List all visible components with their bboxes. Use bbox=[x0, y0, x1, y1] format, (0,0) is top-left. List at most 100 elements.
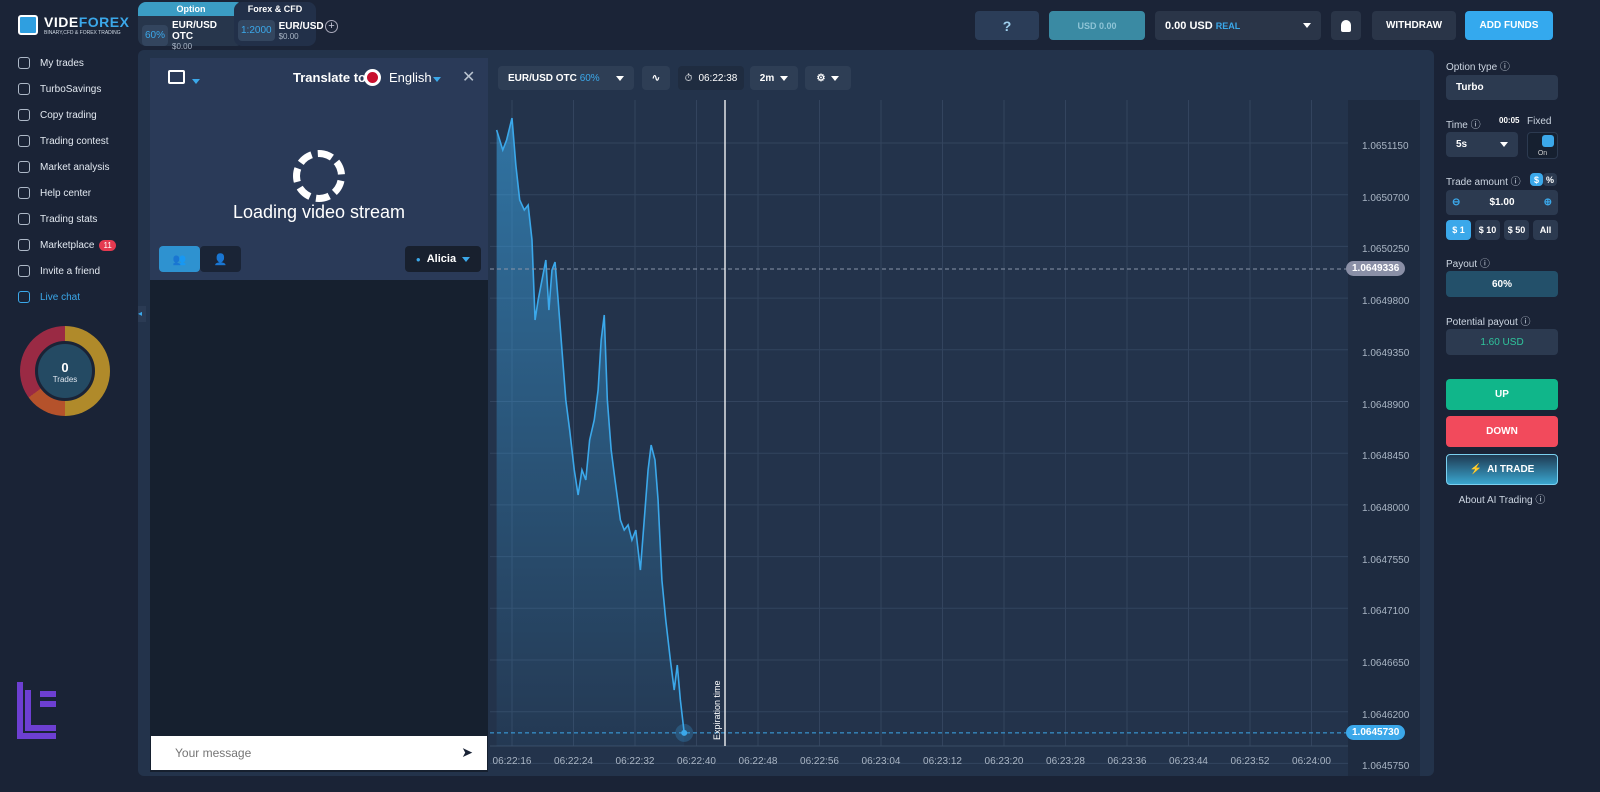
x-tick-label: 06:22:16 bbox=[492, 756, 532, 767]
amount-preset-button[interactable]: $ 1 bbox=[1446, 220, 1471, 240]
sidebar-item-trading-stats[interactable]: Trading stats bbox=[0, 206, 138, 232]
sidebar-item-label: Help center bbox=[40, 187, 92, 199]
turbosavings-icon bbox=[18, 83, 30, 95]
chart-type-button[interactable]: ∿ bbox=[642, 66, 670, 90]
tab-badge: 60% bbox=[142, 25, 169, 46]
sidebar-item-help-center[interactable]: Help center bbox=[0, 180, 138, 206]
withdraw-label: WITHDRAW bbox=[1385, 20, 1443, 31]
amount-value[interactable]: $1.00 bbox=[1489, 197, 1514, 208]
chevron-down-icon bbox=[780, 75, 789, 81]
y-tick-label: 1.0647100 bbox=[1362, 606, 1410, 618]
fixed-toggle[interactable]: On bbox=[1527, 132, 1558, 159]
sidebar-item-label: Copy trading bbox=[40, 109, 97, 121]
bonus-balance[interactable]: USD 0.00 bbox=[1049, 11, 1145, 40]
tab-asset: EUR/USD bbox=[278, 20, 324, 32]
current-price-marker: 1.0645730 bbox=[1346, 725, 1406, 740]
currency-dollar-toggle[interactable]: $ bbox=[1530, 173, 1543, 186]
add-tab-button[interactable]: + bbox=[325, 20, 338, 33]
x-tick-label: 06:22:40 bbox=[677, 756, 716, 767]
amount-preset-button[interactable]: $ 50 bbox=[1504, 220, 1529, 240]
amount-preset-button[interactable]: All bbox=[1533, 220, 1558, 240]
my-trades-icon bbox=[18, 57, 30, 69]
time-countdown: 00:05 bbox=[1499, 116, 1520, 125]
potential-payout-label: Potential payout ⓘ bbox=[1446, 317, 1531, 328]
market-analysis-icon bbox=[18, 161, 30, 173]
card-dropdown-icon[interactable] bbox=[192, 73, 200, 87]
y-tick-label: 1.0648000 bbox=[1362, 502, 1410, 514]
potential-payout-value: 1.60 USD bbox=[1446, 329, 1558, 355]
account-selector[interactable]: 0.00 USD REAL bbox=[1155, 11, 1321, 40]
user-icon bbox=[1341, 19, 1351, 32]
sidebar-item-label: Trading contest bbox=[40, 135, 109, 147]
y-tick-label: 1.0646200 bbox=[1362, 709, 1410, 721]
tab-amount: $0.00 bbox=[278, 31, 299, 41]
payout-label: Payout ⓘ bbox=[1446, 259, 1490, 270]
plus-icon[interactable]: ⊕ bbox=[1544, 197, 1552, 208]
tab-asset: EUR/USD OTC bbox=[172, 20, 218, 42]
asset-selector[interactable]: EUR/USD OTC 60% bbox=[498, 66, 634, 90]
loading-text: Loading video stream bbox=[232, 202, 406, 222]
help-center-icon bbox=[18, 187, 30, 199]
users-icon: 👥 bbox=[172, 253, 187, 266]
y-tick-label: 1.0648450 bbox=[1362, 451, 1410, 463]
add-funds-button[interactable]: ADD FUNDS bbox=[1465, 11, 1553, 40]
card-icon[interactable] bbox=[168, 70, 185, 84]
mystery-box-icon[interactable]: ? bbox=[975, 11, 1039, 40]
agent-select[interactable]: ● Alicia bbox=[405, 246, 481, 272]
sidebar-item-invite-a-friend[interactable]: Invite a friend bbox=[0, 258, 138, 284]
logo-brand-b: FOREX bbox=[78, 14, 130, 30]
logo-brand-a: VIDE bbox=[44, 14, 79, 30]
trading-contest-icon bbox=[18, 135, 30, 147]
up-button[interactable]: UP bbox=[1446, 379, 1558, 410]
line-chart-icon: ∿ bbox=[651, 72, 661, 84]
minus-icon[interactable]: ⊖ bbox=[1452, 197, 1460, 208]
tab-option[interactable]: Option 60% EUR/USD OTC $0.00 bbox=[138, 2, 244, 51]
chevron-down-icon bbox=[1303, 23, 1311, 28]
x-tick-label: 06:22:32 bbox=[615, 756, 655, 767]
sidebar-item-turbosavings[interactable]: TurboSavings bbox=[0, 76, 138, 102]
time-label: Time ⓘ bbox=[1446, 120, 1481, 131]
ai-trade-button[interactable]: ⚡ AI TRADE bbox=[1446, 454, 1558, 485]
y-tick-label: 1.0646650 bbox=[1362, 658, 1410, 669]
sidebar-item-label: Live chat bbox=[40, 291, 81, 303]
current-point bbox=[681, 729, 688, 736]
private-chat-tab[interactable]: 👤 bbox=[200, 246, 241, 272]
x-tick-label: 06:23:36 bbox=[1107, 756, 1147, 767]
option-type-label: Option type ⓘ bbox=[1446, 62, 1510, 73]
close-icon[interactable]: ✕ bbox=[462, 67, 475, 87]
tab-forex-cfd[interactable]: Forex & CFD 1:2000 EUR/USD $0.00 bbox=[234, 2, 324, 46]
option-type-select[interactable]: Turbo bbox=[1446, 75, 1558, 100]
trading-stats-icon bbox=[18, 213, 30, 225]
y-tick-label: 1.0647550 bbox=[1362, 554, 1410, 566]
sidebar-item-market-analysis[interactable]: Market analysis bbox=[0, 154, 138, 180]
x-tick-label: 06:23:20 bbox=[984, 756, 1024, 767]
timeframe-select[interactable]: 2m bbox=[750, 66, 798, 90]
language-select[interactable]: English bbox=[389, 70, 432, 85]
stopwatch-icon: ⏱ bbox=[684, 72, 693, 84]
logo-tagline: BINARY,CFD & FOREX TRADING bbox=[44, 30, 121, 36]
sidebar-item-marketplace[interactable]: Marketplace 11 bbox=[0, 232, 138, 258]
profile-button[interactable] bbox=[1331, 11, 1361, 40]
chevron-down-icon[interactable] bbox=[433, 71, 441, 85]
time-select[interactable]: 5s bbox=[1446, 132, 1518, 157]
group-chat-tab[interactable]: 👥 bbox=[159, 246, 200, 272]
about-ai-text: About AI Trading bbox=[1458, 495, 1533, 506]
sidebar-item-my-trades[interactable]: My trades bbox=[0, 50, 138, 76]
price-chart[interactable] bbox=[490, 100, 1420, 776]
message-input[interactable] bbox=[151, 736, 431, 770]
amount-preset-button[interactable]: $ 10 bbox=[1475, 220, 1500, 240]
sidebar-item-copy-trading[interactable]: Copy trading bbox=[0, 102, 138, 128]
about-ai-link[interactable]: About AI Trading ⓘ bbox=[1446, 491, 1558, 506]
send-icon[interactable]: ➤ bbox=[461, 744, 473, 761]
indicators-button[interactable]: ⚙ bbox=[805, 66, 851, 90]
agent-name: Alicia bbox=[426, 253, 457, 265]
sidebar-item-live-chat[interactable]: Live chat bbox=[0, 284, 138, 310]
withdraw-button[interactable]: WITHDRAW bbox=[1372, 11, 1456, 40]
down-button[interactable]: DOWN bbox=[1446, 416, 1558, 447]
collapse-handle[interactable]: ◂ bbox=[138, 306, 146, 322]
sidebar-item-trading-contest[interactable]: Trading contest bbox=[0, 128, 138, 154]
currency-percent-toggle[interactable]: % bbox=[1543, 173, 1557, 186]
logo[interactable]: VIDEFOREX BINARY,CFD & FOREX TRADING bbox=[18, 14, 129, 36]
amount-stepper[interactable]: ⊖ $1.00 ⊕ bbox=[1446, 190, 1558, 215]
logo-mark-icon bbox=[18, 15, 38, 35]
